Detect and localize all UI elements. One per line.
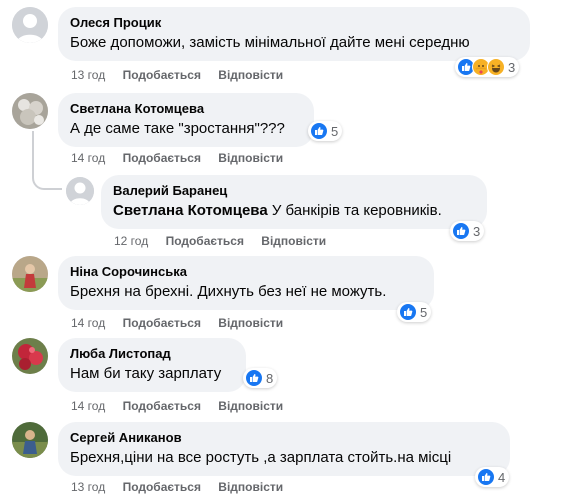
mention-link[interactable]: Светлана Котомцева <box>113 202 268 219</box>
timestamp[interactable]: 12 год <box>114 234 148 248</box>
reply-button[interactable]: Відповісти <box>218 316 283 330</box>
like-button[interactable]: Подобається <box>123 68 201 82</box>
avatar[interactable] <box>12 338 48 374</box>
comment-meta: 12 год Подобається Відповісти <box>114 233 340 249</box>
comment-bubble: Люба Листопад Нам би таку зарплату <box>58 338 246 392</box>
comment-text: Брехня,ціни на все ростуть ,а зарплата с… <box>70 449 452 466</box>
reaction-summary[interactable]: 5 <box>397 302 432 322</box>
reaction-count: 5 <box>331 123 339 139</box>
comment-meta: 14 год Подобається Відповісти <box>71 150 297 166</box>
avatar[interactable] <box>12 422 48 458</box>
comment-meta: 14 год Подобається Відповісти <box>71 315 297 331</box>
reaction-summary[interactable]: 5 <box>308 121 343 141</box>
reaction-count: 8 <box>266 370 274 386</box>
reaction-summary[interactable]: 4 <box>475 467 510 487</box>
avatar[interactable] <box>12 256 48 292</box>
comment-text: Светлана Котомцева У банкірів та керовни… <box>113 201 475 221</box>
comment-meta: 14 год Подобається Відповісти <box>71 398 297 414</box>
like-button[interactable]: Подобається <box>123 151 201 165</box>
reaction-count: 3 <box>473 223 481 239</box>
comment-author[interactable]: Сергей Аниканов <box>70 430 498 446</box>
reaction-count: 5 <box>420 304 428 320</box>
comment-author[interactable]: Валерий Баранец <box>113 183 475 199</box>
reaction-count: 4 <box>498 469 506 485</box>
thread-line <box>32 131 34 173</box>
like-button[interactable]: Подобається <box>166 234 244 248</box>
timestamp[interactable]: 14 год <box>71 399 105 413</box>
comment-author[interactable]: Олеся Процик <box>70 15 518 31</box>
like-icon <box>310 122 328 140</box>
timestamp[interactable]: 13 год <box>71 480 105 494</box>
comment-text: Боже допоможи, замість мінімальної дайте… <box>70 34 470 51</box>
like-icon <box>399 303 417 321</box>
haha-icon <box>487 58 505 76</box>
timestamp[interactable]: 13 год <box>71 68 105 82</box>
comment-bubble: Светлана Котомцева А де саме таке "зрост… <box>58 93 314 147</box>
reply-button[interactable]: Відповісти <box>218 399 283 413</box>
reply-button[interactable]: Відповісти <box>261 234 326 248</box>
reaction-count: 3 <box>508 59 516 75</box>
comment-text: Брехня на брехні. Дихнуть без неї не мож… <box>70 283 387 300</box>
reply-button[interactable]: Відповісти <box>218 480 283 494</box>
comment-text: А де саме таке "зростання"??? <box>70 120 285 137</box>
reaction-summary[interactable]: 8 <box>243 368 278 388</box>
comment-bubble: Валерий Баранец Светлана Котомцева У бан… <box>101 175 487 229</box>
comment-author[interactable]: Ніна Сорочинська <box>70 264 422 280</box>
reaction-summary[interactable]: 3 <box>450 221 485 241</box>
comment-author[interactable]: Люба Листопад <box>70 346 234 362</box>
timestamp[interactable]: 14 год <box>71 151 105 165</box>
like-icon <box>477 468 495 486</box>
comment-bubble: Олеся Процик Боже допоможи, замість міні… <box>58 7 530 61</box>
like-icon <box>245 369 263 387</box>
avatar[interactable] <box>66 177 94 205</box>
like-button[interactable]: Подобається <box>123 480 201 494</box>
reply-text: У банкірів та керовників. <box>271 202 442 219</box>
like-button[interactable]: Подобається <box>123 316 201 330</box>
comment-meta: 13 год Подобається Відповісти <box>71 479 297 495</box>
like-button[interactable]: Подобається <box>123 399 201 413</box>
comment-bubble: Ніна Сорочинська Брехня на брехні. Дихну… <box>58 256 434 310</box>
timestamp[interactable]: 14 год <box>71 316 105 330</box>
comment-author[interactable]: Светлана Котомцева <box>70 101 302 117</box>
comment-bubble: Сергей Аниканов Брехня,ціни на все росту… <box>58 422 510 476</box>
reaction-summary[interactable]: 3 <box>455 57 520 77</box>
reply-button[interactable]: Відповісти <box>218 68 283 82</box>
reply-button[interactable]: Відповісти <box>218 151 283 165</box>
thread-connector <box>32 168 62 190</box>
like-icon <box>452 222 470 240</box>
comment-text: Нам би таку зарплату <box>70 365 222 382</box>
avatar[interactable] <box>12 93 48 129</box>
comment-meta: 13 год Подобається Відповісти <box>71 67 297 83</box>
avatar[interactable] <box>12 7 48 43</box>
